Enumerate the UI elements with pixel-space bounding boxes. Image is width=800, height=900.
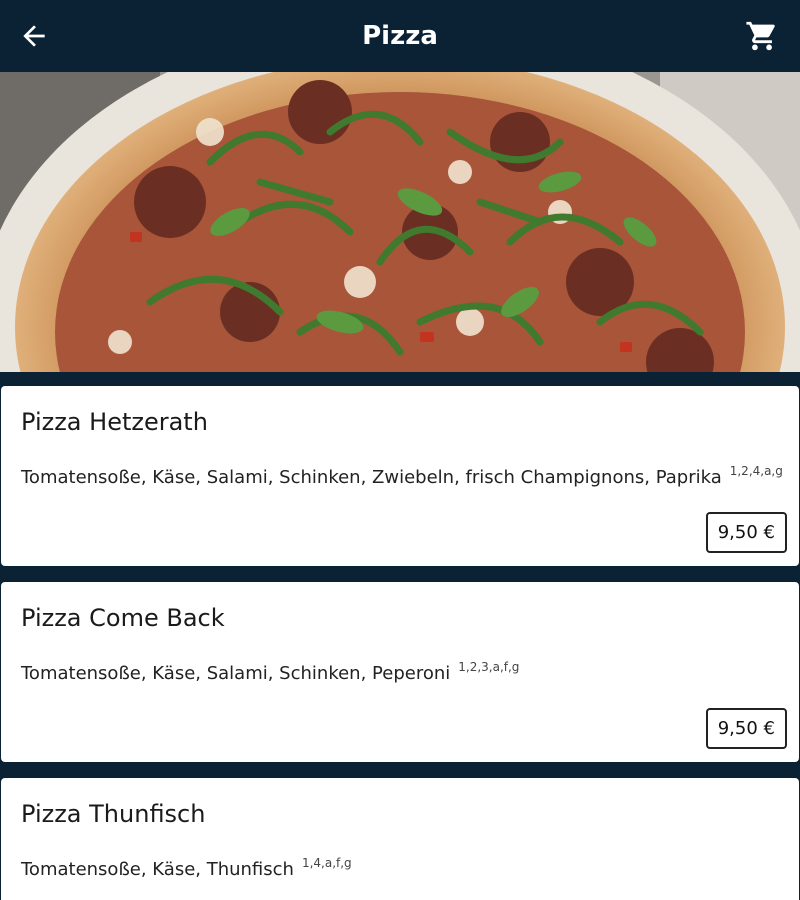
item-allergens: 1,4,a,f,g <box>301 856 352 870</box>
app-header: Pizza <box>0 0 800 72</box>
item-description: Tomatensoße, Käse, Salami, Schinken, Zwi… <box>21 464 783 488</box>
page-title: Pizza <box>362 21 438 51</box>
pizza-photo <box>0 72 800 372</box>
menu-item-card[interactable]: Pizza Come Back Tomatensoße, Käse, Salam… <box>1 582 799 762</box>
item-ingredients: Tomatensoße, Käse, Thunfisch <box>21 859 294 880</box>
menu-item-list: Pizza Hetzerath Tomatensoße, Käse, Salam… <box>0 386 800 900</box>
item-ingredients: Tomatensoße, Käse, Salami, Schinken, Pep… <box>21 663 451 684</box>
back-button[interactable] <box>14 16 54 56</box>
item-allergens: 1,2,3,a,f,g <box>458 660 520 674</box>
item-ingredients: Tomatensoße, Käse, Salami, Schinken, Zwi… <box>21 467 722 488</box>
item-description: Tomatensoße, Käse, Salami, Schinken, Pep… <box>21 660 519 684</box>
menu-item-card[interactable]: Pizza Hetzerath Tomatensoße, Käse, Salam… <box>1 386 799 566</box>
shopping-cart-icon <box>746 21 775 51</box>
arrow-left-icon <box>23 25 45 47</box>
item-name: Pizza Come Back <box>21 604 225 632</box>
item-allergens: 1,2,4,a,g <box>729 464 783 478</box>
price-button[interactable]: 9,50 € <box>705 512 787 553</box>
item-name: Pizza Thunfisch <box>21 800 206 828</box>
price-button[interactable]: 9,50 € <box>705 708 787 749</box>
item-name: Pizza Hetzerath <box>21 408 208 436</box>
item-description: Tomatensoße, Käse, Thunfisch 1,4,a,f,g <box>21 856 352 880</box>
cart-button[interactable] <box>742 16 782 56</box>
menu-item-card[interactable]: Pizza Thunfisch Tomatensoße, Käse, Thunf… <box>1 778 799 900</box>
